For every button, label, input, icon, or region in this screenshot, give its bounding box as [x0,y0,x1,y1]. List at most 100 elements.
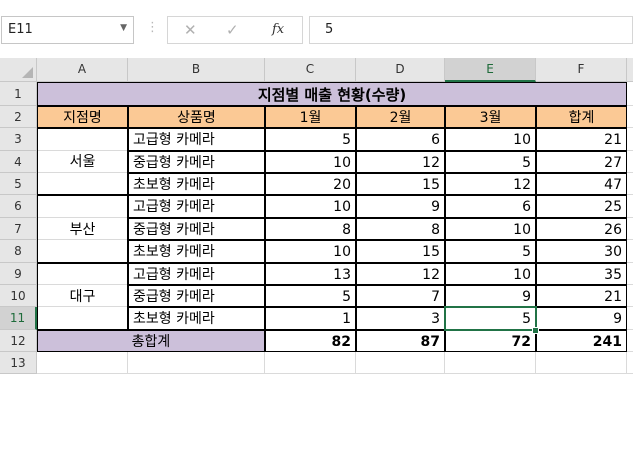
grid-cell[interactable] [37,352,128,374]
month2-cell[interactable]: 7 [356,285,445,307]
month3-cell[interactable]: 5 [445,151,536,173]
grid-cell[interactable] [265,352,356,374]
function-icon[interactable]: fx [272,22,284,37]
header-cell[interactable]: 합계 [536,106,627,128]
month2-cell[interactable]: 12 [356,151,445,173]
month1-cell[interactable]: 10 [265,240,356,263]
total-cell[interactable]: 21 [536,128,627,151]
row-header-5[interactable]: 5 [0,173,37,195]
product-cell[interactable]: 초보형 카메라 [128,240,265,263]
month2-cell[interactable]: 12 [356,263,445,285]
total-cell[interactable]: 21 [536,285,627,307]
name-box[interactable]: E11 ▼ [1,16,134,44]
column-header-a[interactable]: A [37,58,128,82]
product-cell[interactable]: 초보형 카메라 [128,307,265,330]
month1-cell[interactable]: 1 [265,307,356,330]
branch-name-cell[interactable]: 서울 [37,128,128,195]
row-header-11[interactable]: 11 [0,307,37,330]
row-header-3[interactable]: 3 [0,128,37,151]
grid-cell[interactable] [536,352,627,374]
grid-cell[interactable] [128,352,265,374]
grid-cell[interactable] [627,352,633,374]
fill-handle[interactable] [532,327,539,334]
grand-total-m3[interactable]: 72 [445,330,536,352]
product-cell[interactable]: 고급형 카메라 [128,195,265,218]
grid-cell[interactable] [627,240,633,263]
row-header-9[interactable]: 9 [0,263,37,285]
check-icon[interactable]: ✓ [226,21,239,39]
row-header-13[interactable]: 13 [0,352,37,374]
grand-total-label[interactable]: 총합계 [37,330,265,352]
column-header-f[interactable]: F [536,58,627,82]
product-cell[interactable]: 중급형 카메라 [128,218,265,240]
month3-cell[interactable]: 10 [445,128,536,151]
total-cell[interactable]: 35 [536,263,627,285]
month1-cell[interactable]: 5 [265,285,356,307]
formula-input[interactable]: 5 [309,16,633,44]
grand-total-sum[interactable]: 241 [536,330,627,352]
header-cell[interactable]: 1월 [265,106,356,128]
grid-cell[interactable] [445,352,536,374]
close-icon[interactable]: ✕ [184,21,197,39]
total-cell[interactable]: 26 [536,218,627,240]
grid-cell[interactable] [627,218,633,240]
grid-cell[interactable] [627,285,633,307]
row-header-12[interactable]: 12 [0,330,37,352]
header-cell[interactable]: 2월 [356,106,445,128]
column-header-e[interactable]: E [445,58,536,82]
row-header-1[interactable]: 1 [0,82,37,106]
month2-cell[interactable]: 15 [356,240,445,263]
month1-cell[interactable]: 5 [265,128,356,151]
product-cell[interactable]: 중급형 카메라 [128,285,265,307]
month1-cell[interactable]: 10 [265,151,356,173]
grid-cell[interactable] [627,330,633,352]
month1-cell[interactable]: 20 [265,173,356,195]
month3-cell[interactable]: 5 [445,240,536,263]
sheet-title[interactable]: 지점별 매출 현황(수량) [37,82,627,106]
month1-cell[interactable]: 10 [265,195,356,218]
total-cell[interactable]: 9 [536,307,627,330]
row-header-6[interactable]: 6 [0,195,37,218]
grid-cell[interactable] [627,195,633,218]
row-header-10[interactable]: 10 [0,285,37,307]
month2-cell[interactable]: 6 [356,128,445,151]
column-header-d[interactable]: D [356,58,445,82]
product-cell[interactable]: 고급형 카메라 [128,263,265,285]
grid-cell[interactable] [627,173,633,195]
product-cell[interactable]: 중급형 카메라 [128,151,265,173]
month3-cell[interactable]: 12 [445,173,536,195]
row-header-4[interactable]: 4 [0,151,37,173]
month3-cell[interactable]: 10 [445,263,536,285]
month3-cell[interactable]: 6 [445,195,536,218]
row-header-7[interactable]: 7 [0,218,37,240]
month1-cell[interactable]: 8 [265,218,356,240]
month3-cell[interactable]: 10 [445,218,536,240]
product-cell[interactable]: 고급형 카메라 [128,128,265,151]
branch-name-cell[interactable]: 대구 [37,263,128,330]
grid-cell[interactable] [627,263,633,285]
column-header-c[interactable]: C [265,58,356,82]
grid-cell[interactable] [627,307,633,330]
grid-cell[interactable] [627,151,633,173]
month2-cell[interactable]: 15 [356,173,445,195]
month1-cell[interactable]: 13 [265,263,356,285]
total-cell[interactable]: 47 [536,173,627,195]
header-cell[interactable]: 지점명 [37,106,128,128]
month3-cell[interactable]: 5 [445,307,536,330]
column-header-b[interactable]: B [128,58,265,82]
grid-cell[interactable] [627,82,633,106]
branch-name-cell[interactable]: 부산 [37,195,128,263]
month2-cell[interactable]: 9 [356,195,445,218]
formula-bar-splitter-icon[interactable]: ⋮ [146,20,159,35]
grand-total-m1[interactable]: 82 [265,330,356,352]
select-all-button[interactable] [0,58,37,82]
month3-cell[interactable]: 9 [445,285,536,307]
grid-cell[interactable] [627,106,633,128]
row-header-2[interactable]: 2 [0,106,37,128]
total-cell[interactable]: 30 [536,240,627,263]
column-header-g-partial[interactable] [627,58,633,82]
grid-cell[interactable] [627,128,633,151]
month2-cell[interactable]: 3 [356,307,445,330]
row-header-8[interactable]: 8 [0,240,37,263]
header-cell[interactable]: 상품명 [128,106,265,128]
